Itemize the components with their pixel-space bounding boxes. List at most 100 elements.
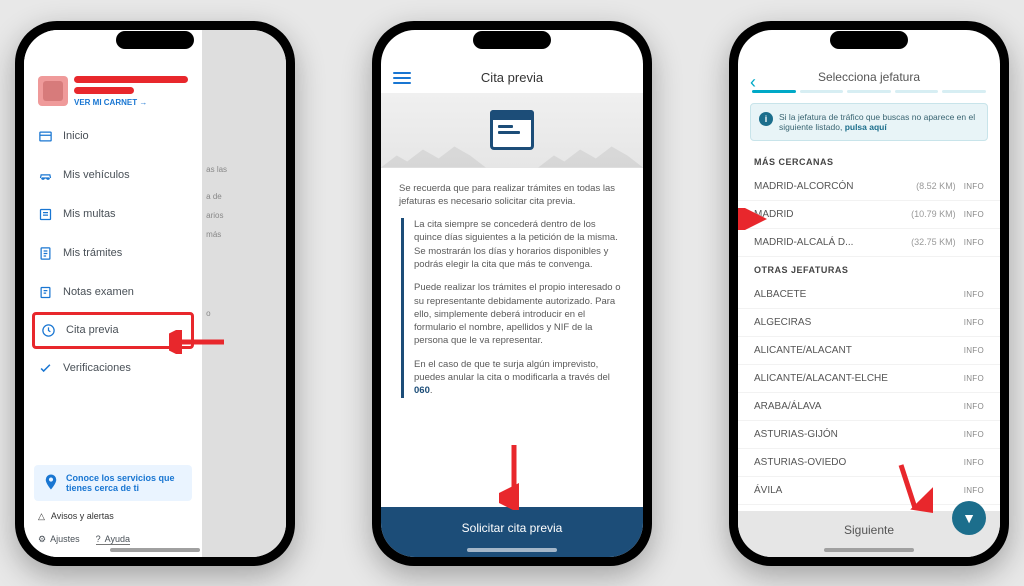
jefatura-name: ALBACETE xyxy=(754,289,956,300)
notch xyxy=(830,31,908,49)
home-icon xyxy=(38,129,53,144)
page-title: Cita previa xyxy=(481,70,543,85)
pin-icon xyxy=(42,473,60,493)
clock-icon xyxy=(41,323,56,338)
body-text: Se recuerda que para realizar trámites e… xyxy=(381,168,643,422)
jefatura-info-link[interactable]: INFO xyxy=(964,430,984,439)
jefatura-info-link[interactable]: INFO xyxy=(964,486,984,495)
jefatura-info-link[interactable]: INFO xyxy=(964,374,984,383)
help-icon: ? xyxy=(96,534,101,544)
notch xyxy=(473,31,551,49)
gear-icon: ⚙ xyxy=(38,534,46,545)
step-3 xyxy=(847,90,891,93)
illustration-band xyxy=(381,93,643,168)
notes-icon xyxy=(38,285,53,300)
jefatura-row[interactable]: ALICANTE/ALACANT-ELCHE INFO xyxy=(738,365,1000,393)
bullet-3: En el caso de que te surja algún imprevi… xyxy=(414,358,625,398)
jefatura-distance: (8.52 KM) xyxy=(916,181,956,191)
nav-notas[interactable]: Notas examen xyxy=(24,273,202,312)
section-nearest: MÁS CERCANAS xyxy=(738,149,1000,173)
annotation-arrow-1 xyxy=(169,330,229,354)
ver-carnet-link[interactable]: VER MI CARNET → xyxy=(74,98,188,107)
jefatura-info-link[interactable]: INFO xyxy=(964,346,984,355)
info-link[interactable]: pulsa aquí xyxy=(845,122,887,132)
footer-ayuda[interactable]: ? Ayuda xyxy=(96,534,130,545)
calendar-icon xyxy=(490,110,534,150)
car-icon xyxy=(38,168,53,183)
jefatura-row[interactable]: ALICANTE/ALACANT INFO xyxy=(738,337,1000,365)
nav-cita-previa[interactable]: Cita previa xyxy=(35,315,187,346)
jefatura-row[interactable]: ALGECIRAS INFO xyxy=(738,309,1000,337)
nav-vehiculos[interactable]: Mis vehículos xyxy=(24,156,202,195)
peek-e: o xyxy=(202,304,286,323)
peek-a: as las xyxy=(202,160,286,179)
nav-multas[interactable]: Mis multas xyxy=(24,195,202,234)
nearest-list: MADRID-ALCORCÓN (8.52 KM) INFO MADRID (10.79… xyxy=(738,173,1000,257)
nav-label: Mis multas xyxy=(63,208,116,220)
check-icon xyxy=(38,361,53,376)
jefatura-row[interactable]: ARABA/ÁLAVAINFO xyxy=(738,393,1000,421)
nav-label: Mis vehículos xyxy=(63,169,130,181)
intro-text: Se recuerda que para realizar trámites e… xyxy=(399,182,625,209)
phone-3-screen: ‹ Selecciona jefatura i Si la jefatura d… xyxy=(738,30,1000,557)
info-banner: i Si la jefatura de tráfico que buscas n… xyxy=(750,103,988,141)
jefatura-name: MADRID xyxy=(754,209,903,220)
notch xyxy=(116,31,194,49)
redacted-name xyxy=(74,76,188,83)
nav-label: Notas examen xyxy=(63,286,134,298)
location-services-card[interactable]: Conoce los servicios que tienes cerca de… xyxy=(34,465,192,501)
step-4 xyxy=(895,90,939,93)
next-label: Siguiente xyxy=(844,523,894,537)
jefatura-info-link[interactable]: INFO xyxy=(964,210,984,219)
ajustes-label: Ajustes xyxy=(50,534,80,544)
nav-verificaciones[interactable]: Verificaciones xyxy=(24,349,202,388)
jefatura-row[interactable]: MADRID-ALCORCÓN (8.52 KM) INFO xyxy=(738,173,1000,201)
redacted-id xyxy=(74,87,134,94)
phone-1-frame: VER MI CARNET → Inicio Mis vehículos xyxy=(15,21,295,566)
jefatura-info-link[interactable]: INFO xyxy=(964,458,984,467)
sidebar-drawer: VER MI CARNET → Inicio Mis vehículos xyxy=(24,30,202,557)
avatar xyxy=(38,76,68,106)
footer-avisos[interactable]: △ Avisos y alertas xyxy=(24,507,202,526)
bell-icon: △ xyxy=(38,511,45,522)
jefatura-info-link[interactable]: INFO xyxy=(964,402,984,411)
jefatura-name: ALGECIRAS xyxy=(754,317,956,328)
nav-label: Verificaciones xyxy=(63,362,131,374)
profile-block[interactable]: VER MI CARNET → xyxy=(24,70,202,117)
footer-ajustes[interactable]: ⚙ Ajustes xyxy=(38,534,80,545)
back-icon[interactable]: ‹ xyxy=(750,72,756,93)
home-indicator xyxy=(824,548,914,552)
jefatura-info-link[interactable]: INFO xyxy=(964,182,984,191)
jefatura-info-link[interactable]: INFO xyxy=(964,290,984,299)
jefatura-row[interactable]: MADRID (10.79 KM) INFO xyxy=(738,201,1000,229)
home-indicator xyxy=(110,548,200,552)
nav-inicio[interactable]: Inicio xyxy=(24,117,202,156)
menu-icon[interactable] xyxy=(393,72,411,84)
jefatura-name: ALICANTE/ALACANT xyxy=(754,345,956,356)
jefatura-row[interactable]: ALBACETE INFO xyxy=(738,281,1000,309)
annotation-arrow-3b xyxy=(893,460,933,520)
jefatura-info-link[interactable]: INFO xyxy=(964,318,984,327)
jefatura-distance: (10.79 KM) xyxy=(911,209,956,219)
nav-label: Mis trámites xyxy=(63,247,122,259)
step-2 xyxy=(800,90,844,93)
jefatura-name: MADRID-ALCORCÓN xyxy=(754,181,908,192)
jefatura-name: ALICANTE/ALACANT-ELCHE xyxy=(754,373,956,384)
bullet-1: La cita siempre se concederá dentro de l… xyxy=(414,218,625,271)
nav-label: Cita previa xyxy=(66,324,119,336)
jefatura-info-link[interactable]: INFO xyxy=(964,238,984,247)
scroll-down-fab[interactable]: ▼ xyxy=(952,501,986,535)
jefatura-row[interactable]: ASTURIAS-GIJÓNINFO xyxy=(738,421,1000,449)
info-icon: i xyxy=(759,112,773,126)
phone-2-frame: Cita previa Se recuerda que para realiza… xyxy=(372,21,652,566)
peek-d: más xyxy=(202,225,286,244)
annotation-arrow-2 xyxy=(499,440,529,510)
jefatura-row[interactable]: MADRID-ALCALÁ D...(32.75 KM)INFO xyxy=(738,229,1000,257)
jefatura-row[interactable]: ASTURIAS-OVIEDOINFO xyxy=(738,449,1000,477)
annotation-arrow-3a xyxy=(738,208,772,230)
nav-tramites[interactable]: Mis trámites xyxy=(24,234,202,273)
jefatura-row[interactable]: ÁVILAINFO xyxy=(738,477,1000,505)
peek-b: a de xyxy=(202,187,286,206)
ayuda-label: Ayuda xyxy=(105,534,130,544)
ticket-icon xyxy=(38,207,53,222)
